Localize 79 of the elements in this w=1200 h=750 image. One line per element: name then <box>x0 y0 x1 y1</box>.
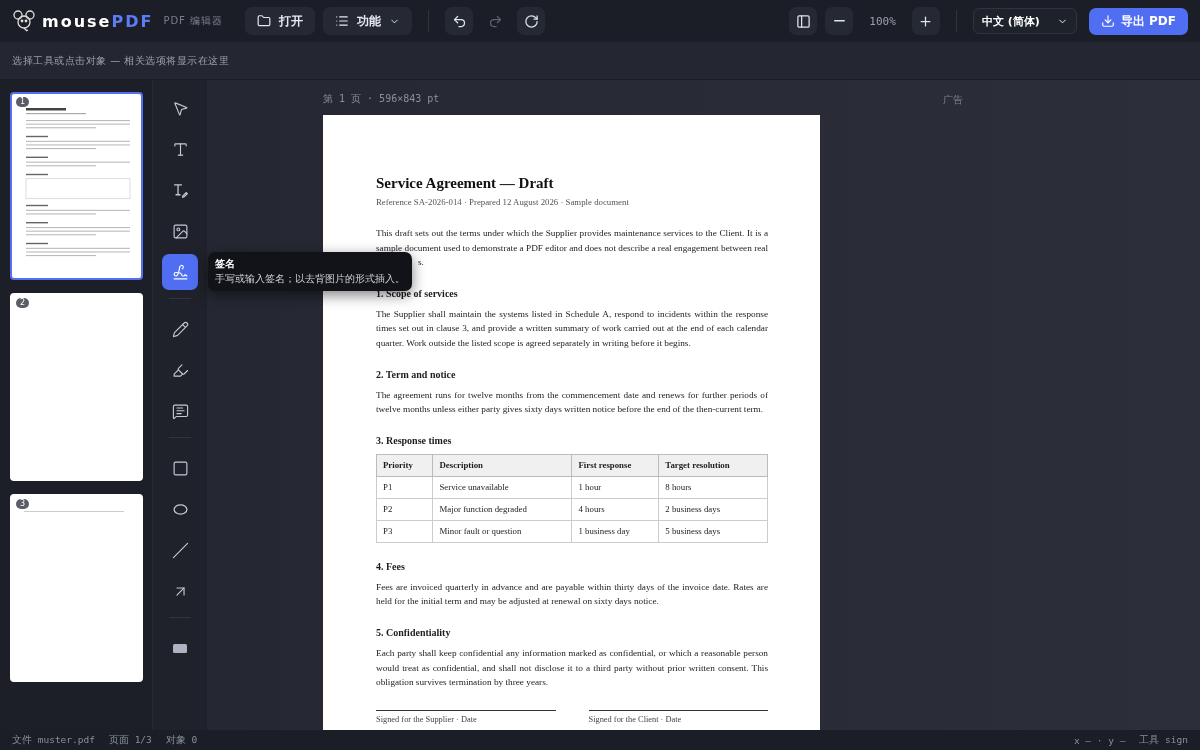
plus-icon <box>918 13 934 29</box>
signature-icon <box>171 263 189 281</box>
folder-icon <box>257 14 272 28</box>
pointer-icon <box>171 99 189 117</box>
table-header-cell: First response <box>572 454 659 477</box>
section-paragraph: The agreement runs for twelve months from the commencement date and renews for further periods of twelve months unless either party gives sixty days written notice before the end of the then-current term. <box>376 388 768 417</box>
redo-icon <box>487 13 503 29</box>
text-icon <box>171 140 189 158</box>
line-icon <box>171 541 189 559</box>
table-cell: 8 hours <box>658 476 768 499</box>
signature-line: Signed for the Supplier · Date <box>376 709 556 724</box>
rectangle-icon <box>171 459 189 477</box>
table-cell: 4 hours <box>572 498 659 521</box>
image-icon <box>171 222 189 240</box>
page-thumbnail[interactable]: 3 <box>10 494 143 682</box>
zoom-out-button[interactable] <box>825 7 854 35</box>
table-cell: P1 <box>376 476 433 499</box>
table-header-cell: Priority <box>376 454 433 477</box>
open-button[interactable]: 打开 <box>245 7 316 35</box>
page-thumbnail[interactable]: 1 <box>10 92 143 280</box>
zoom-level: 100% <box>868 14 897 28</box>
section-paragraph: Fees are invoiced quarterly in advance and are payable within thirty days of the invoice date. Rates are held for the initial term and may be adjusted at renewal on sixty days notice. <box>376 580 768 609</box>
section-paragraph: The Supplier shall maintain the systems listed in Schedule A, respond to incidents within the response times set out in clause 3, and provide a written summary of work carried out at the end of each calendar quarter. Work outside the listed scope is agreed separately in writing before it begins. <box>376 307 768 350</box>
tooltip-text: 手写或输入签名；以去背图片的形式插入。 <box>215 272 405 285</box>
signature-line: Signed for the Client · Date <box>588 709 768 724</box>
language-select[interactable]: 中文 (简体) <box>972 8 1077 34</box>
page-label: 第 1 页 · 596×843 pt <box>323 92 441 106</box>
table-cell: 1 hour <box>572 476 659 499</box>
minus-icon <box>833 20 845 22</box>
text-edit-icon <box>171 181 189 199</box>
table-cell: 5 business days <box>658 520 768 543</box>
pencil-icon <box>171 320 189 338</box>
table-cell: Service unavailable <box>432 476 572 499</box>
sidebar-toggle-button[interactable] <box>789 7 818 35</box>
ad-label: 广告 <box>943 93 963 107</box>
table-header-cell: Target resolution <box>658 454 768 477</box>
page-thumbnail[interactable]: 2 <box>10 293 143 481</box>
comment-icon <box>171 402 189 420</box>
hint-text: 选择工具或点击对象 — 相关选项将显示在这里 <box>12 53 230 68</box>
app-subtitle: PDF 编辑器 <box>163 14 224 28</box>
table-cell: P2 <box>376 498 433 521</box>
table-cell: 1 business day <box>572 520 659 543</box>
section-paragraph: Each party shall keep confidential any information marked as confidential, or which a reasonable person would treat as confidential, and shall not disclose it to a third party without prior written consent. This obligation survives termination by three years. <box>376 646 768 690</box>
status-item: 文件 muster.pdf <box>12 733 95 747</box>
section-heading: 4. Fees <box>376 560 406 572</box>
table-cell: 2 business days <box>658 498 768 521</box>
section-heading: 3. Response times <box>376 434 453 446</box>
section-heading: 2. Term and notice <box>376 368 457 380</box>
export-button[interactable]: 导出 PDF <box>1088 7 1188 35</box>
page-number-badge: 1 <box>16 97 30 107</box>
reload-icon <box>523 13 539 29</box>
ellipse-icon <box>171 502 189 516</box>
table-cell: P3 <box>376 520 433 543</box>
section-heading: 5. Confidentiality <box>376 626 452 638</box>
status-item: 对象 0 <box>165 733 198 747</box>
document-meta: Reference SA-2026-014 · Prepared 12 August 2026 · Sample document <box>376 197 630 207</box>
status-item: 页面 1/3 <box>108 733 152 747</box>
download-icon <box>1100 14 1115 28</box>
redact-icon <box>173 643 187 653</box>
logo-icon <box>12 9 36 33</box>
tooltip-title: 签名 <box>215 258 236 270</box>
features-button[interactable]: 功能 <box>323 7 413 35</box>
intro-paragraph-end: s. <box>417 256 425 270</box>
status-item: 工具 sign <box>1139 733 1188 747</box>
table-cell: Minor fault or question <box>432 520 572 543</box>
document-title: Service Agreement — Draft <box>376 175 555 192</box>
app-logo-text: mouse PDF <box>42 11 154 31</box>
undo-button[interactable] <box>445 7 474 35</box>
page-number-badge: 3 <box>16 499 30 509</box>
reload-button[interactable] <box>517 7 546 35</box>
undo-icon <box>451 13 467 29</box>
list-icon <box>335 14 350 28</box>
zoom-in-button[interactable] <box>911 7 940 35</box>
page-number-badge: 2 <box>16 298 30 308</box>
table-header-cell: Description <box>432 454 572 477</box>
sidebar-icon <box>795 13 811 29</box>
table-cell: Major function degraded <box>432 498 572 521</box>
highlighter-icon <box>171 361 189 379</box>
status-item: x – · y – <box>1073 734 1126 746</box>
